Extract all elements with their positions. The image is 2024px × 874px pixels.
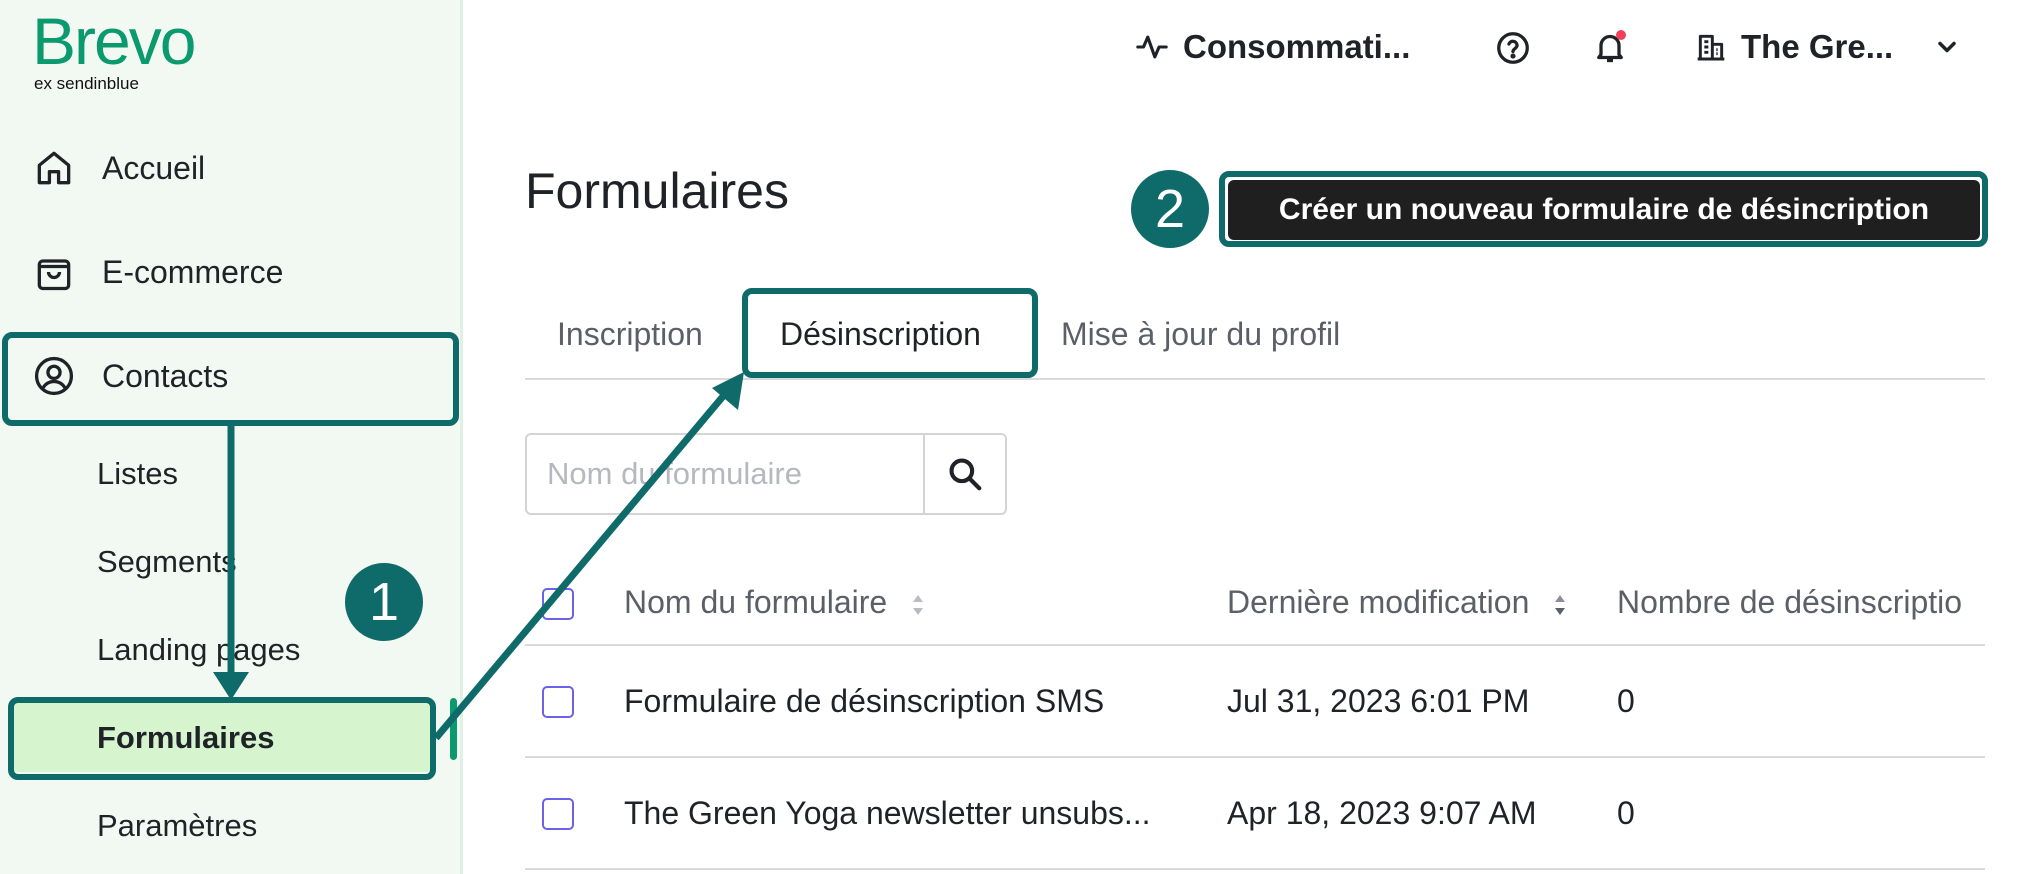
step-2-badge: 2 — [1131, 170, 1209, 248]
step-1-badge: 1 — [345, 563, 423, 641]
annotation-arrows — [213, 372, 744, 741]
